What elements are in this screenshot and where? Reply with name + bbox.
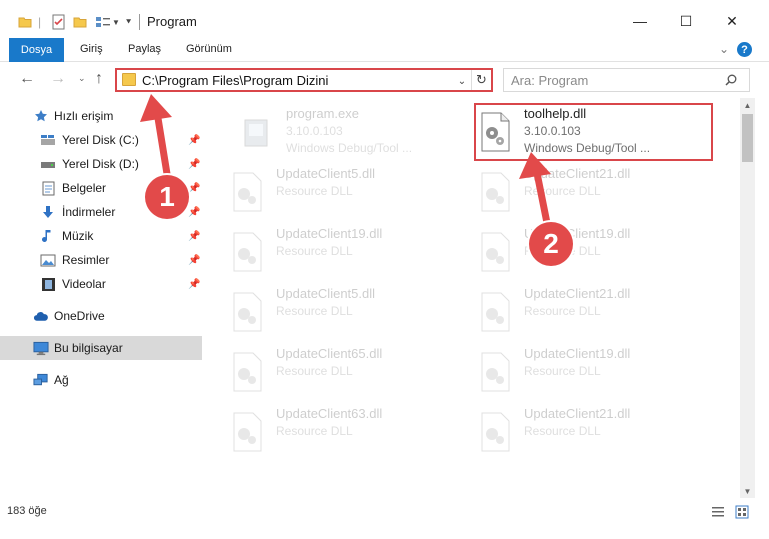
- annotation-marker-1: 1: [145, 175, 189, 219]
- arrow-1-head: [140, 94, 172, 122]
- arrow-2-head: [519, 152, 551, 179]
- arrow-2-shaft: [532, 164, 552, 232]
- arrow-1-shaft: [153, 108, 172, 184]
- annotation-arrows: [140, 94, 552, 232]
- annotation-marker-2: 2: [529, 222, 573, 266]
